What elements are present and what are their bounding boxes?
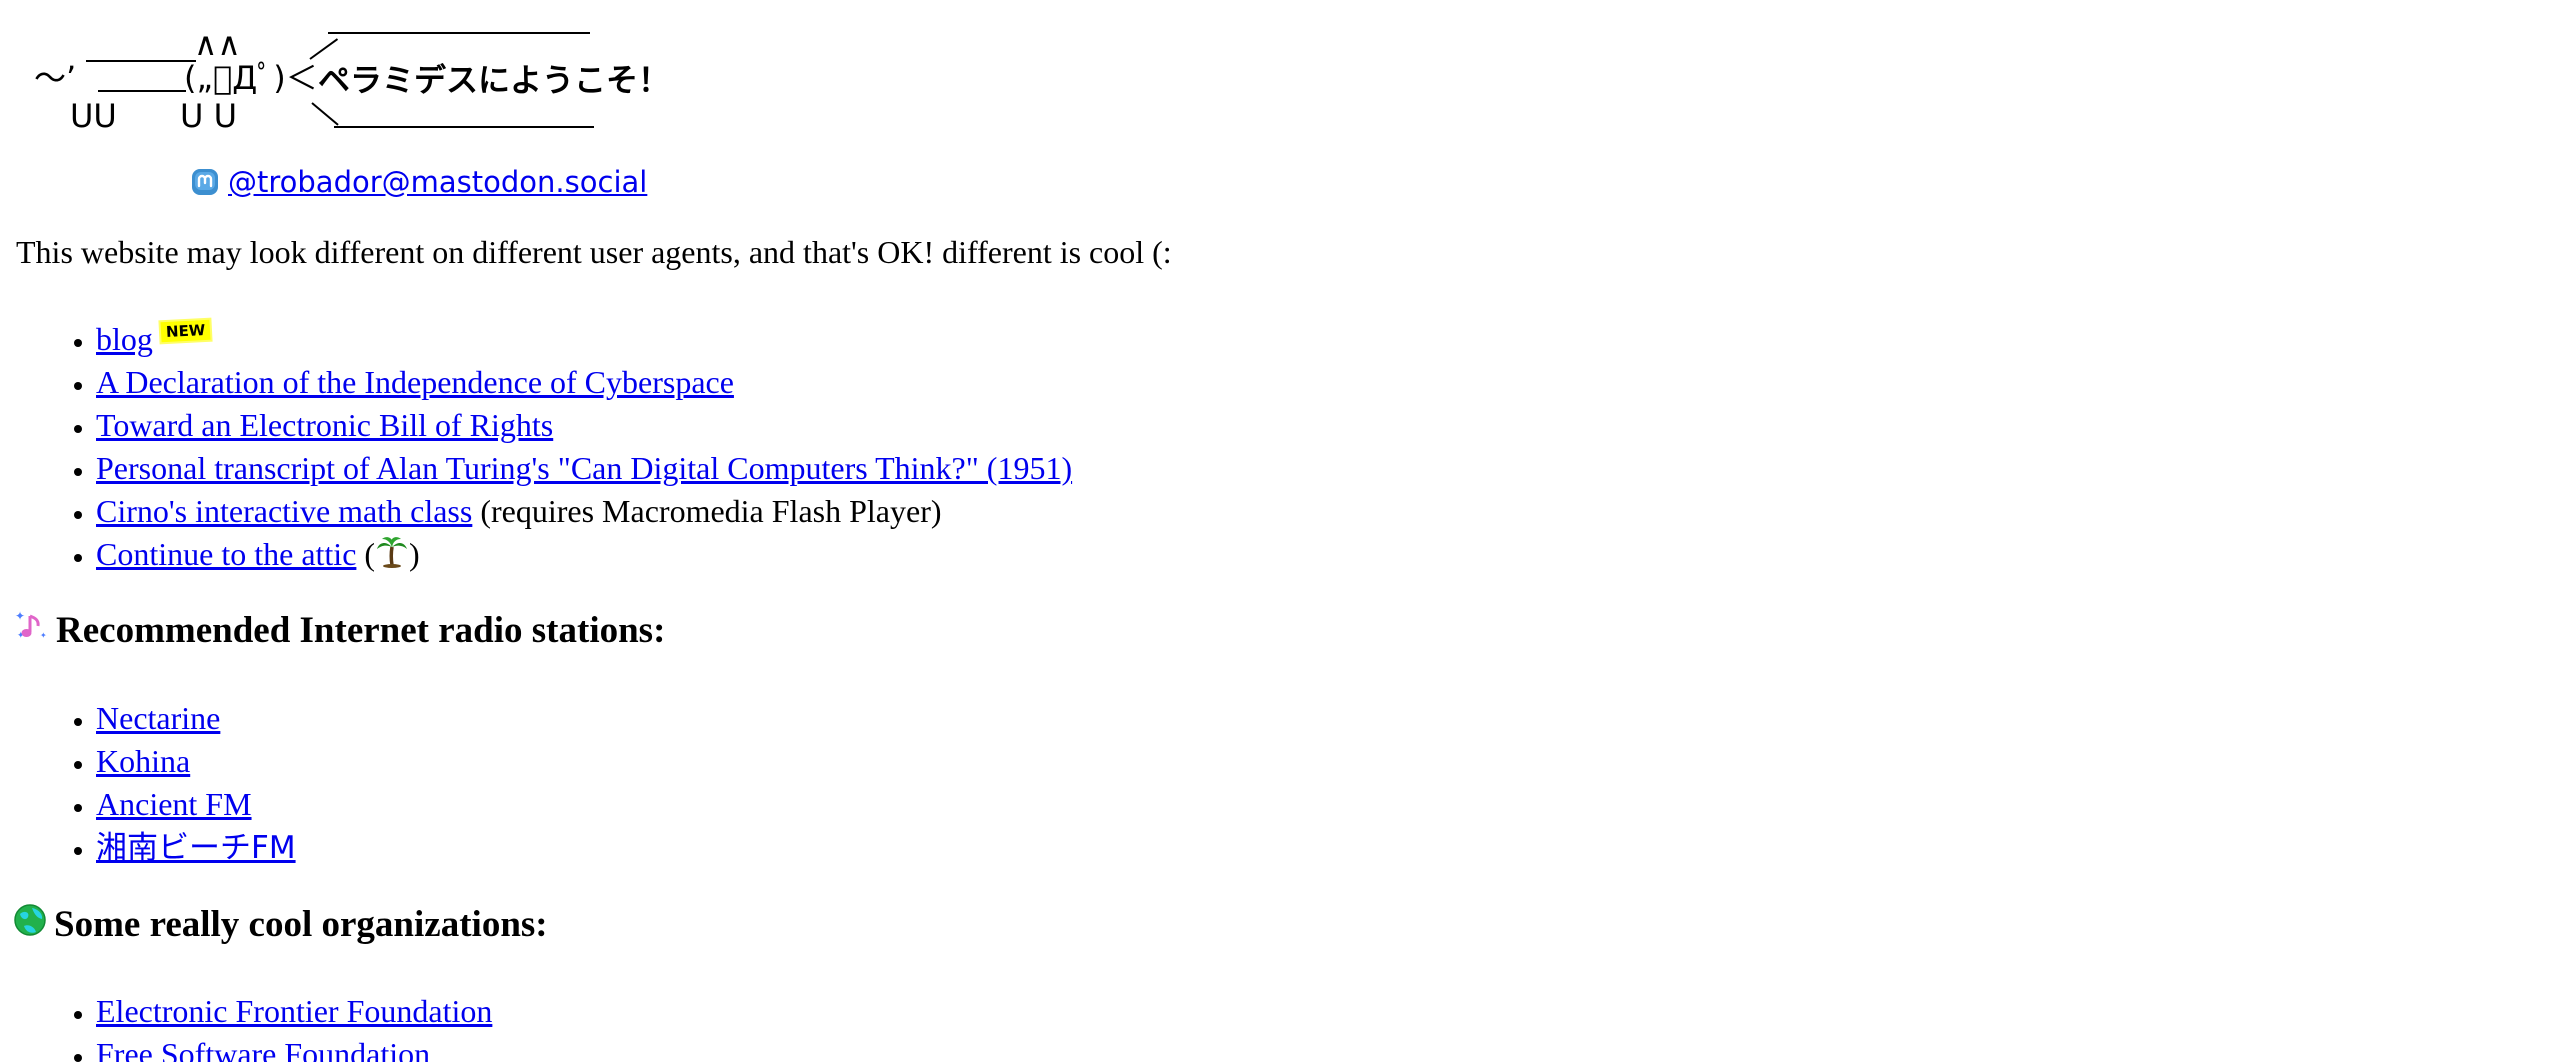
flash-requirement-note: (requires Macromedia Flash Player) xyxy=(472,493,942,529)
electronic-bill-of-rights-link[interactable]: Toward an Electronic Bill of Rights xyxy=(96,407,553,443)
list-item: Free Software Foundation xyxy=(96,1033,492,1062)
radio-link-ancient-fm[interactable]: Ancient FM xyxy=(96,786,252,822)
list-item: Nectarine xyxy=(96,697,296,740)
mastodon-profile: @trobador@mastodon.social xyxy=(190,164,647,200)
attic-note-open: ( xyxy=(356,536,376,572)
mastodon-link[interactable]: @trobador@mastodon.social xyxy=(228,164,647,200)
ascii-face: („ﾟДﾟ)＜ xyxy=(184,59,318,97)
radio-section-title: ✦ ✦ ✦ Recommended Internet radio station… xyxy=(14,608,665,654)
list-item: Personal transcript of Alan Turing's "Ca… xyxy=(96,447,1072,490)
radio-link-kohina[interactable]: Kohina xyxy=(96,743,190,779)
list-item: blog NEW xyxy=(96,318,1072,361)
main-links-list: blog NEW A Declaration of the Independenc… xyxy=(0,318,1072,576)
radio-title-text: Recommended Internet radio stations: xyxy=(56,610,666,651)
music-note-icon: ✦ ✦ ✦ xyxy=(14,608,48,654)
list-item: Kohina xyxy=(96,740,296,783)
ascii-ears: ∧∧ xyxy=(194,25,241,63)
ascii-art-banner: 〜’ ∧∧ („ﾟДﾟ)＜ UU U U ペラミデスにようこそ！ xyxy=(34,18,670,138)
list-item: Cirno's interactive math class (requires… xyxy=(96,490,1072,533)
list-item: Toward an Electronic Bill of Rights xyxy=(96,404,1072,447)
cirno-math-class-link[interactable]: Cirno's interactive math class xyxy=(96,493,472,529)
cyberspace-declaration-link[interactable]: A Declaration of the Independence of Cyb… xyxy=(96,364,734,400)
globe-icon xyxy=(14,902,46,948)
blog-link[interactable]: blog xyxy=(96,321,153,357)
intro-text: This website may look different on diffe… xyxy=(16,234,1172,270)
orgs-title-text: Some really cool organizations: xyxy=(54,904,548,945)
orgs-section-title: Some really cool organizations: xyxy=(14,902,548,948)
ascii-paws-right: U U xyxy=(180,97,238,135)
org-link-eff[interactable]: Electronic Frontier Foundation xyxy=(96,993,492,1029)
new-badge: NEW xyxy=(160,319,211,343)
mastodon-icon xyxy=(190,167,220,197)
list-item: A Declaration of the Independence of Cyb… xyxy=(96,361,1072,404)
radio-stations-list: Nectarine Kohina Ancient FM 湘南ビーチFM xyxy=(0,697,296,869)
list-item: 湘南ビーチFM xyxy=(96,826,296,869)
palm-tree-icon xyxy=(375,535,409,580)
attic-note-close: ) xyxy=(409,536,420,572)
ascii-tail: 〜’ xyxy=(34,59,77,97)
turing-transcript-link[interactable]: Personal transcript of Alan Turing's "Ca… xyxy=(96,450,1072,486)
radio-link-shonan-beach-fm[interactable]: 湘南ビーチFM xyxy=(96,830,296,866)
svg-text:✦: ✦ xyxy=(15,609,25,623)
ascii-paws-left: UU xyxy=(70,97,117,135)
greeting-text: ペラミデスにようこそ！ xyxy=(318,61,671,99)
radio-link-nectarine[interactable]: Nectarine xyxy=(96,700,220,736)
attic-link[interactable]: Continue to the attic xyxy=(96,536,356,572)
list-item: Continue to the attic ( ) xyxy=(96,533,1072,576)
list-item: Ancient FM xyxy=(96,783,296,826)
list-item: Electronic Frontier Foundation xyxy=(96,990,492,1033)
svg-text:✦: ✦ xyxy=(40,631,47,640)
organizations-list: Electronic Frontier Foundation Free Soft… xyxy=(0,990,492,1062)
org-link-fsf[interactable]: Free Software Foundation xyxy=(96,1036,430,1062)
